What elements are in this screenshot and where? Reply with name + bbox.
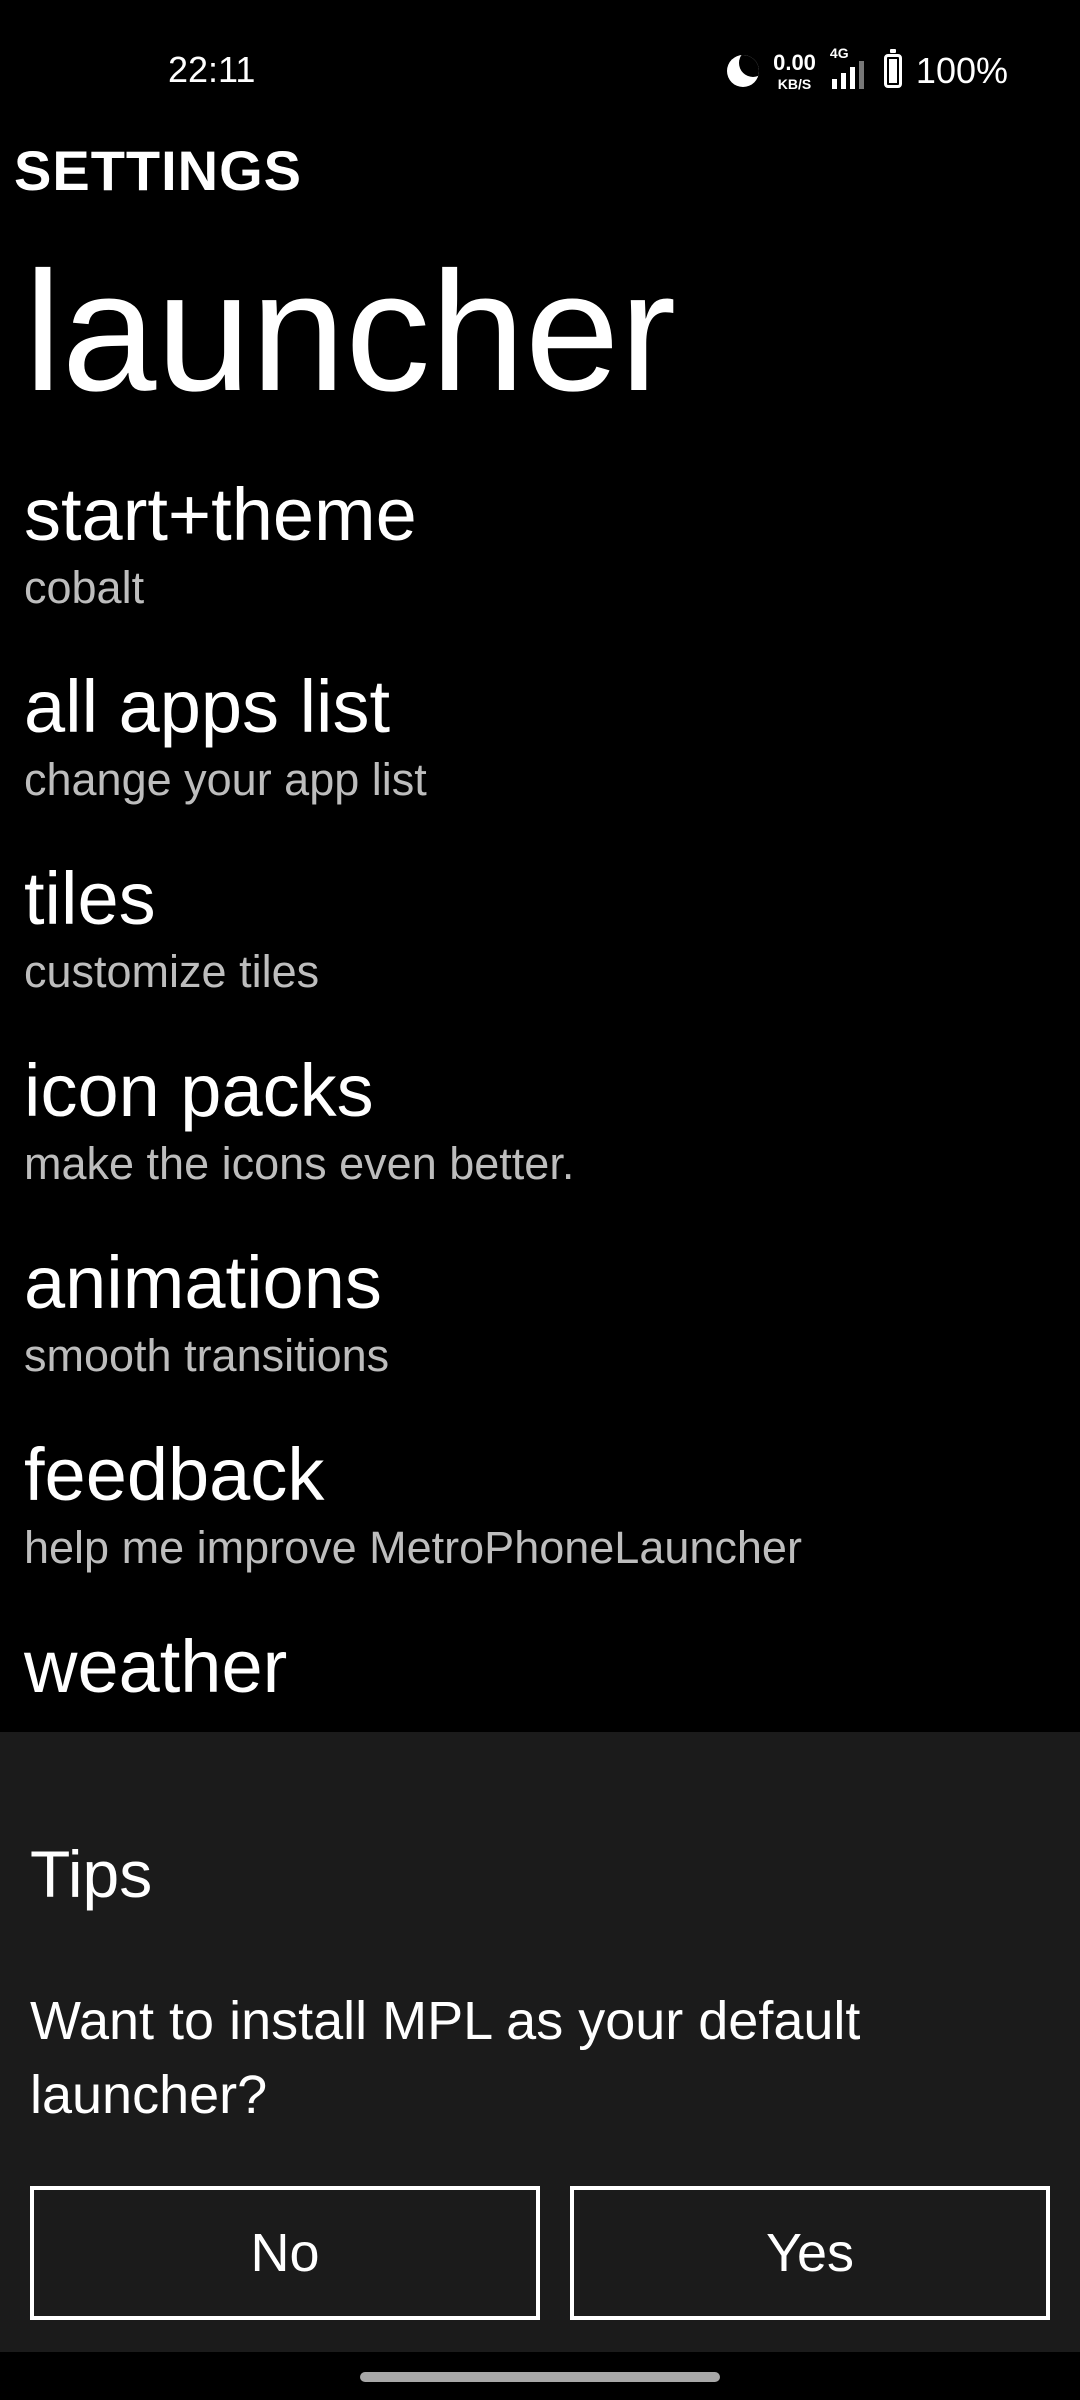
network-type-label: 4G [829,45,849,61]
settings-item-subtitle: help me improve MetroPhoneLauncher [24,1522,802,1573]
settings-item-title: animations [24,1241,382,1324]
settings-item-all-apps-list[interactable]: all apps list change your app list [24,662,1054,854]
settings-list: start+theme cobalt all apps list change … [24,470,1054,1814]
settings-item-subtitle: smooth transitions [24,1330,390,1381]
settings-item-feedback[interactable]: feedback help me improve MetroPhoneLaunc… [24,1430,1054,1622]
settings-item-tiles[interactable]: tiles customize tiles [24,854,1054,1046]
status-time: 22:11 [168,49,256,90]
battery-icon [883,49,902,88]
battery-percent: 100% [915,50,1008,91]
tips-title: Tips [30,1837,153,1911]
settings-item-subtitle: customize tiles [24,946,320,997]
section-label: SETTINGS [14,139,303,202]
status-icons: 0.00 KB/S 4G 100% [727,45,1008,96]
settings-item-title: feedback [24,1433,325,1516]
home-indicator[interactable] [360,2372,720,2382]
settings-item-animations[interactable]: animations smooth transitions [24,1238,1054,1430]
yes-button[interactable]: Yes [570,2186,1050,2320]
tips-dialog: Tips Want to install MPL as your default… [0,1732,1080,2352]
status-bar: 22:11 0.00 KB/S 4G 100% [0,0,1080,140]
settings-item-icon-packs[interactable]: icon packs make the icons even better. [24,1046,1054,1238]
settings-item-title: weather [24,1625,288,1708]
signal-icon: 4G [830,45,870,91]
settings-item-subtitle: cobalt [24,562,145,613]
page-title: launcher [24,237,677,427]
settings-item-title: tiles [24,857,156,940]
settings-item-title: start+theme [24,473,417,556]
settings-item-subtitle: change your app list [24,754,427,805]
tips-message: Want to install MPL as your default laun… [30,1991,861,2125]
moon-icon [727,55,760,87]
network-speed: 0.00 KB/S [773,49,816,92]
settings-item-title: all apps list [24,665,391,748]
no-button[interactable]: No [30,2186,540,2320]
network-speed-unit: KB/S [777,75,812,92]
battery-fill [888,59,897,83]
settings-item-title: icon packs [24,1049,374,1132]
settings-item-start-theme[interactable]: start+theme cobalt [24,470,1054,662]
network-speed-value: 0.00 [773,49,816,75]
settings-item-subtitle: make the icons even better. [24,1138,575,1189]
navigation-bar [0,2352,1080,2400]
